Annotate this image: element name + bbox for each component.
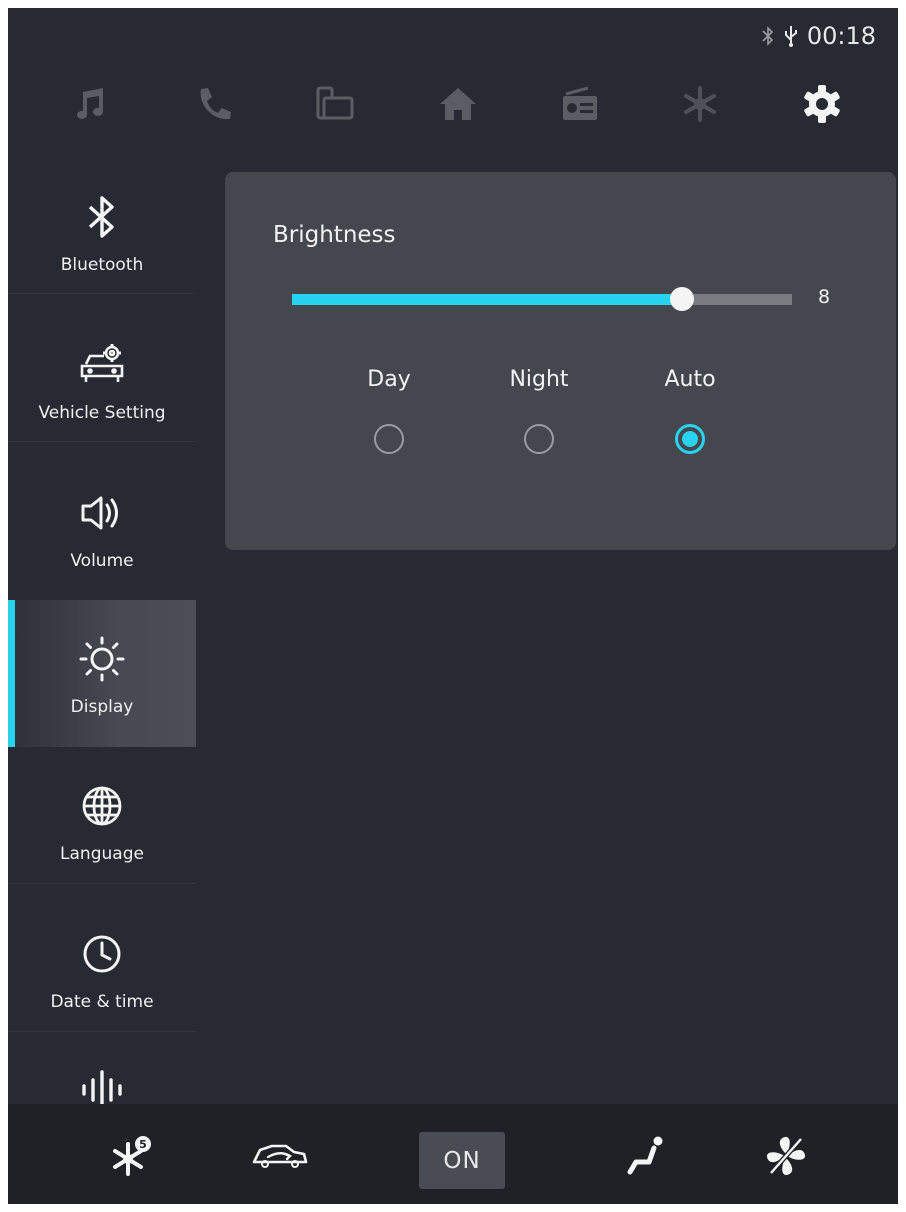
clock-icon <box>81 926 123 982</box>
screen: 00:18 Bluetooth Vehicle Setting Volume D… <box>8 8 898 1204</box>
vehicle-setting-icon <box>78 337 126 393</box>
bluetooth-icon <box>85 189 119 245</box>
climate-icon[interactable] <box>672 76 728 132</box>
brightness-panel: Brightness 8 Day Night Auto <box>225 172 896 550</box>
screen-mirror-icon[interactable] <box>308 76 364 132</box>
sidebar-item-label: Language <box>60 843 144 864</box>
slider-thumb[interactable] <box>670 287 694 311</box>
radio-night[interactable] <box>524 424 554 454</box>
divider <box>8 883 196 884</box>
sidebar-item-label: Bluetooth <box>60 254 144 275</box>
sidebar-item-label: Date & time <box>50 991 154 1012</box>
brightness-slider[interactable] <box>292 285 792 313</box>
sidebar-item-label: Vehicle Setting <box>38 402 166 423</box>
divider <box>8 441 196 442</box>
sidebar-item-display[interactable]: Display <box>8 600 196 747</box>
sidebar-item-bluetooth[interactable]: Bluetooth <box>8 158 196 305</box>
radio-auto[interactable] <box>675 424 705 454</box>
divider <box>8 293 196 294</box>
sidebar-item-date-time[interactable]: Date & time <box>8 895 196 1042</box>
bottom-climate-bar: 5 ON <box>8 1104 898 1204</box>
sidebar-item-volume[interactable]: Volume <box>8 454 196 601</box>
fan-off-icon[interactable] <box>756 1126 816 1186</box>
panel-title: Brightness <box>273 222 396 248</box>
globe-icon <box>79 778 125 834</box>
ac-fan-speed-icon[interactable]: 5 <box>102 1126 162 1186</box>
air-recirculation-icon[interactable] <box>250 1126 310 1186</box>
settings-sidebar: Bluetooth Vehicle Setting Volume Display <box>8 158 196 1118</box>
status-bar: 00:18 <box>761 22 876 50</box>
radio-day[interactable] <box>374 424 404 454</box>
phone-icon[interactable] <box>186 76 242 132</box>
sun-icon <box>78 631 126 687</box>
sidebar-item-vehicle-setting[interactable]: Vehicle Setting <box>8 306 196 453</box>
radio-icon[interactable] <box>552 76 608 132</box>
top-navigation <box>8 68 898 138</box>
sidebar-item-label: Volume <box>70 550 134 571</box>
mode-label-day: Day <box>367 367 411 392</box>
speaker-icon <box>79 485 125 541</box>
music-icon[interactable] <box>62 76 118 132</box>
settings-gear-icon[interactable] <box>794 76 850 132</box>
ac-on-button[interactable]: ON <box>419 1132 505 1189</box>
slider-fill <box>292 294 682 305</box>
sidebar-item-language[interactable]: Language <box>8 747 196 894</box>
bluetooth-icon <box>761 25 775 47</box>
seat-airflow-icon[interactable] <box>616 1126 676 1186</box>
sidebar-item-label: Display <box>70 696 134 717</box>
fan-speed-badge: 5 <box>139 1138 147 1151</box>
brightness-value: 8 <box>818 286 831 308</box>
mode-label-auto: Auto <box>664 367 716 392</box>
active-indicator <box>8 600 15 747</box>
divider <box>8 1031 196 1032</box>
home-icon[interactable] <box>430 76 486 132</box>
usb-icon <box>783 24 799 48</box>
mode-label-night: Night <box>509 367 569 392</box>
clock-time: 00:18 <box>806 22 876 50</box>
